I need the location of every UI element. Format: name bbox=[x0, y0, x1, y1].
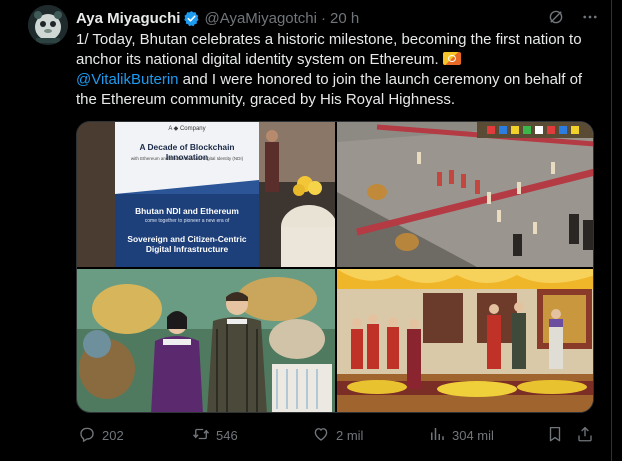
banner-heading2: Sovereign and Citizen-Centric Digital In… bbox=[127, 234, 247, 254]
reply-icon bbox=[78, 425, 96, 446]
tweet-card[interactable]: Aya Miyaguchi @AyaMiyagotchi · 20 h 1/ T… bbox=[0, 0, 612, 461]
action-bar: 202 546 2 mil 304 mil bbox=[72, 425, 604, 445]
like-button[interactable]: 2 mil bbox=[312, 425, 363, 446]
bookmark-icon bbox=[546, 425, 564, 446]
mention-link[interactable]: @VitalikButerin bbox=[76, 71, 179, 88]
banner-subtitle: with Ethereum and Bhutan National Digita… bbox=[130, 156, 244, 161]
share-button[interactable] bbox=[576, 425, 594, 446]
tweet-text: 1/ Today, Bhutan celebrates a historic m… bbox=[76, 30, 604, 110]
tweet-header: Aya Miyaguchi @AyaMiyagotchi · 20 h bbox=[76, 8, 359, 28]
photo-courtyard[interactable] bbox=[337, 122, 593, 267]
more-icon[interactable] bbox=[581, 8, 599, 31]
like-count: 2 mil bbox=[336, 428, 364, 443]
reply-button[interactable]: 202 bbox=[78, 425, 124, 446]
repost-button[interactable]: 546 bbox=[192, 425, 238, 446]
header-actions bbox=[547, 8, 599, 31]
banner-sub1: come together to pioneer a new era of bbox=[144, 218, 230, 224]
tweet-text-line1: 1/ Today, Bhutan celebrates a historic m… bbox=[76, 31, 582, 68]
photo-ceremony[interactable] bbox=[337, 269, 593, 412]
share-icon bbox=[576, 425, 594, 446]
like-icon bbox=[312, 425, 330, 446]
repost-icon bbox=[192, 425, 210, 446]
bookmark-button[interactable] bbox=[546, 425, 564, 446]
author-handle[interactable]: @AyaMiyagotchi bbox=[204, 10, 317, 27]
author-name[interactable]: Aya Miyaguchi bbox=[76, 10, 180, 27]
separator-dot: · bbox=[320, 9, 326, 27]
reply-count: 202 bbox=[102, 428, 124, 443]
bhutan-flag-icon bbox=[442, 52, 461, 65]
avatar[interactable] bbox=[28, 5, 68, 45]
photo-banner[interactable]: A ◆ Company A Decade of Blockchain Innov… bbox=[77, 122, 335, 267]
grok-icon[interactable] bbox=[547, 8, 565, 31]
timestamp[interactable]: 20 h bbox=[330, 10, 359, 27]
media-grid: A ◆ Company A Decade of Blockchain Innov… bbox=[76, 121, 594, 413]
banner-company: A ◆ Company bbox=[168, 126, 206, 132]
views-icon bbox=[428, 425, 446, 446]
views-count: 304 mil bbox=[452, 428, 494, 443]
repost-count: 546 bbox=[216, 428, 238, 443]
verified-badge-icon[interactable] bbox=[183, 10, 200, 27]
banner-heading1: Bhutan NDI and Ethereum bbox=[135, 206, 239, 216]
views-button[interactable]: 304 mil bbox=[428, 425, 494, 446]
photo-portrait[interactable] bbox=[77, 269, 335, 412]
